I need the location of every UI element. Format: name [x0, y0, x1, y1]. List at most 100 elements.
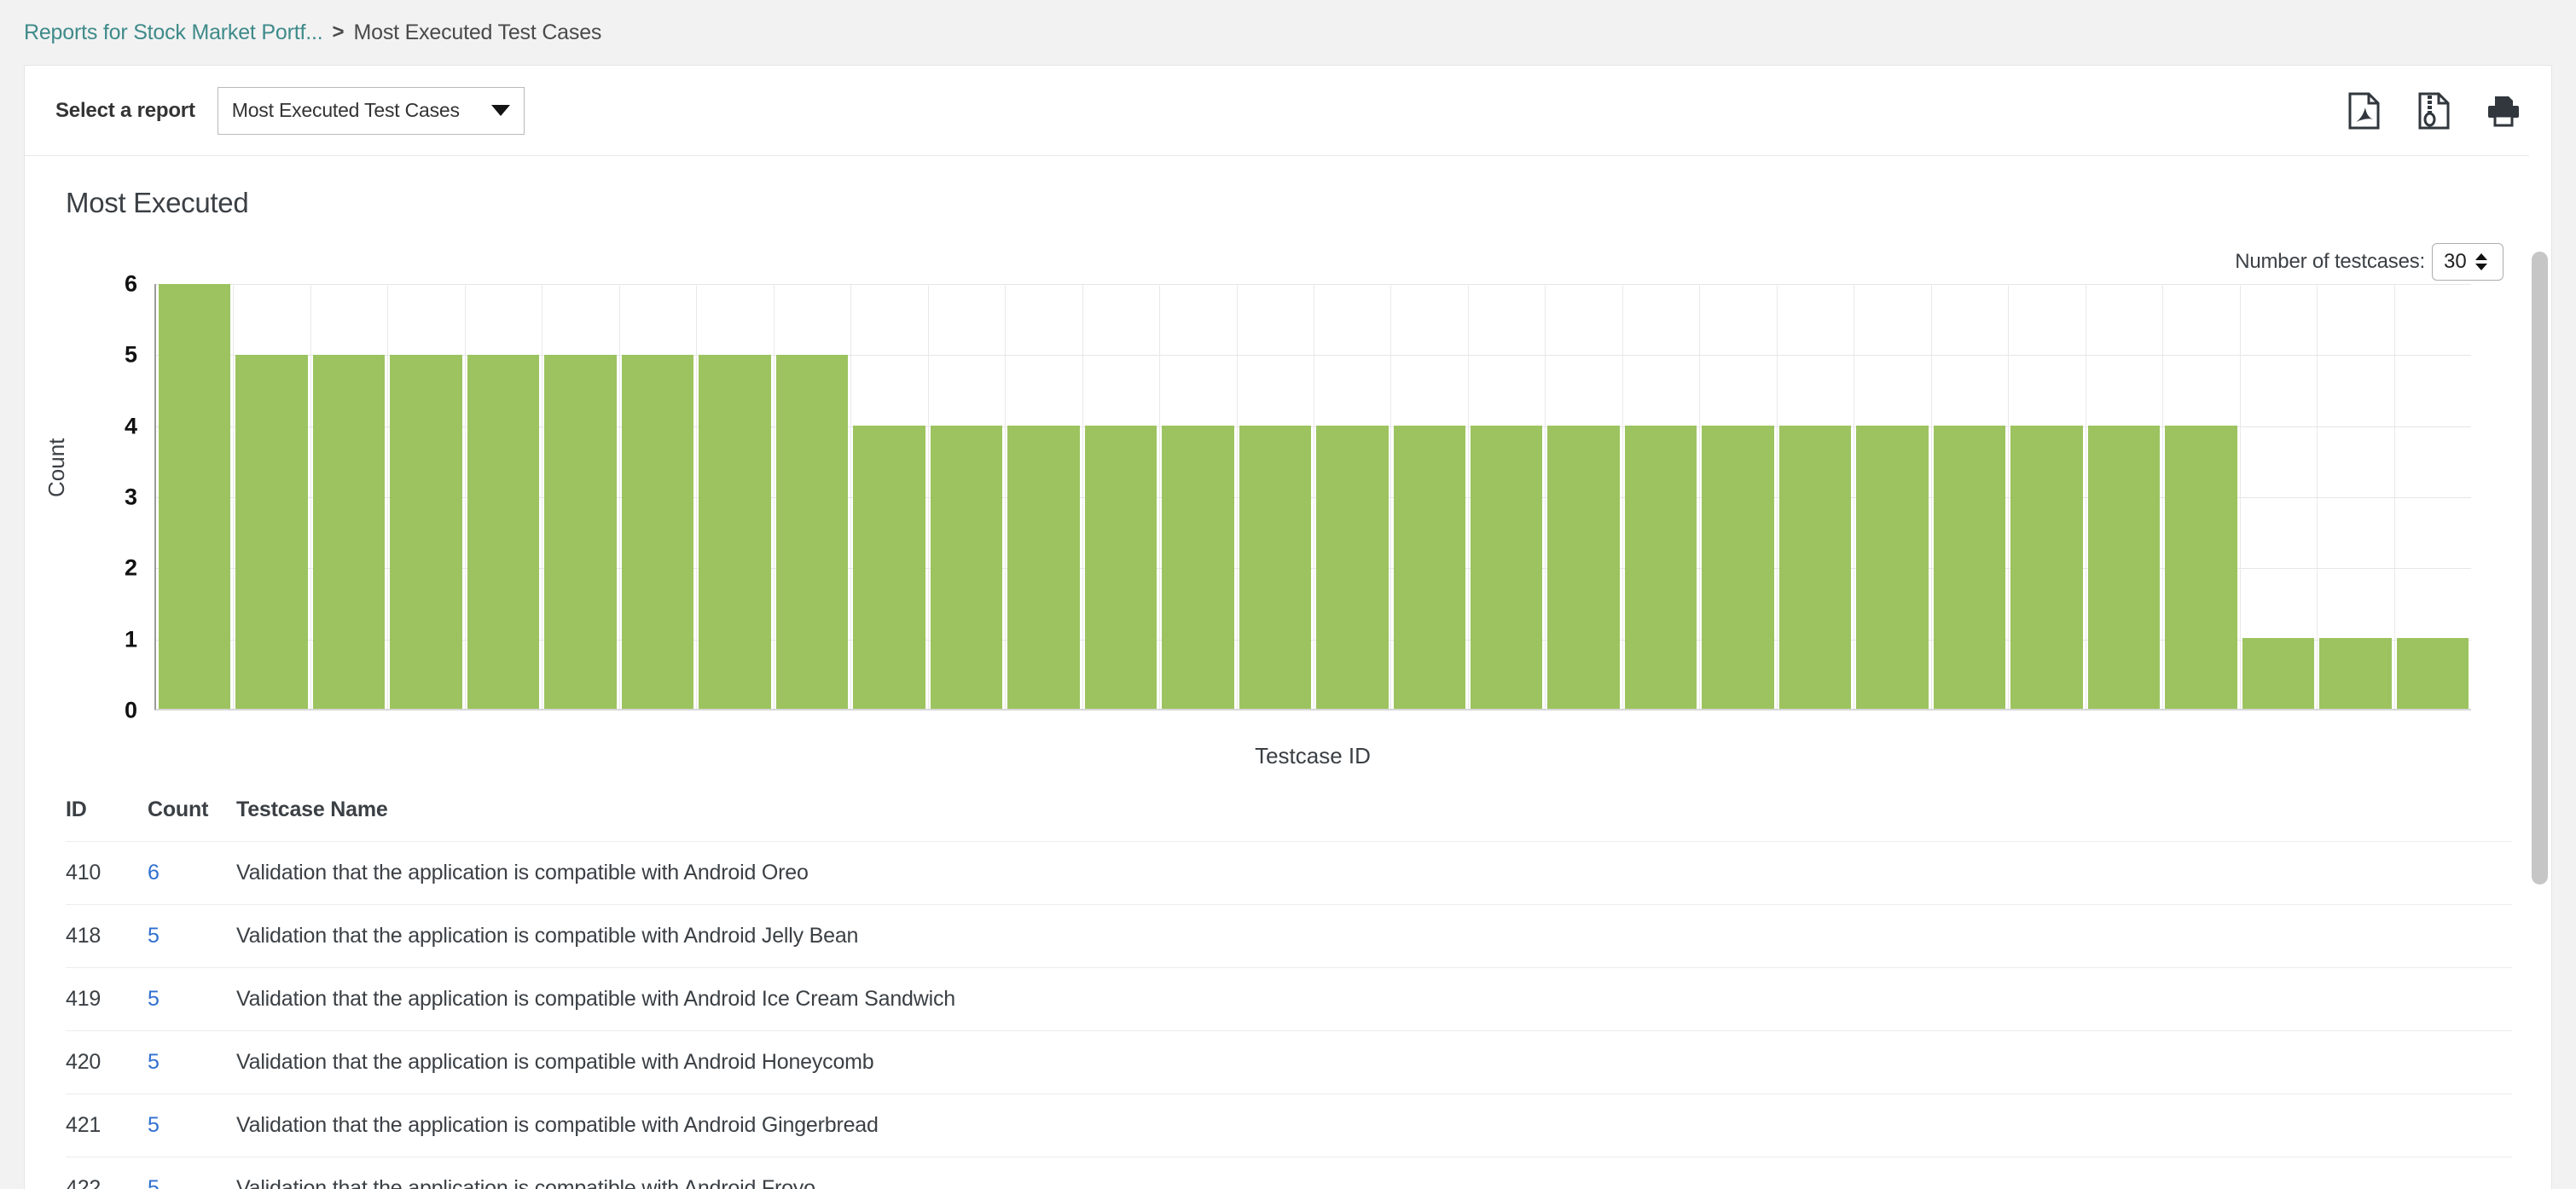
- num-testcases-stepper[interactable]: 30: [2432, 243, 2503, 281]
- bar[interactable]: [1625, 426, 1697, 709]
- caret-up-icon[interactable]: [2475, 253, 2487, 260]
- count-link[interactable]: 5: [148, 1113, 160, 1137]
- bar[interactable]: [2010, 426, 2082, 709]
- count-link[interactable]: 5: [148, 987, 160, 1011]
- table-row: 4205 Validation that the application is c…: [66, 1031, 2512, 1094]
- cell-testcase-name: Validation that the application is compa…: [236, 1094, 2512, 1157]
- cell-id: 421: [66, 1094, 148, 1157]
- cell-id: 419: [66, 968, 148, 1031]
- cell-testcase-name: Validation that the application is compa…: [236, 968, 2512, 1031]
- y-axis-ticks: 0123456: [100, 284, 137, 710]
- cell-testcase-name: Validation that the application is compa…: [236, 905, 2512, 968]
- table-row: 4195 Validation that the application is c…: [66, 968, 2512, 1031]
- bar[interactable]: [622, 355, 693, 709]
- column-header-count: Count: [148, 798, 236, 842]
- bar[interactable]: [853, 426, 925, 709]
- table-body: 4106 Validation that the application is c…: [66, 842, 2512, 1189]
- cell-count: 5: [148, 905, 236, 968]
- vertical-scrollbar-track[interactable]: [2529, 66, 2551, 1189]
- pdf-file-icon: [2347, 92, 2380, 130]
- bar[interactable]: [1394, 426, 1465, 709]
- bar[interactable]: [1856, 426, 1928, 709]
- stepper-arrows[interactable]: [2475, 253, 2487, 270]
- y-tick-1: 1: [100, 626, 137, 652]
- report-select-value: Most Executed Test Cases: [232, 99, 491, 122]
- bar[interactable]: [1934, 426, 2005, 709]
- y-tick-4: 4: [100, 413, 137, 439]
- report-select-dropdown[interactable]: Most Executed Test Cases: [218, 87, 525, 135]
- num-testcases-value: 30: [2444, 250, 2467, 274]
- column-header-id: ID: [66, 798, 148, 842]
- table-row: 4106 Validation that the application is c…: [66, 842, 2512, 905]
- column-header-name: Testcase Name: [236, 798, 2512, 842]
- bar[interactable]: [159, 284, 230, 709]
- y-tick-0: 0: [100, 698, 137, 724]
- count-link[interactable]: 6: [148, 861, 160, 884]
- cell-count: 5: [148, 1031, 236, 1094]
- bar[interactable]: [2397, 638, 2469, 709]
- bar[interactable]: [1702, 426, 1773, 709]
- cell-id: 418: [66, 905, 148, 968]
- printer-icon: [2486, 94, 2521, 128]
- plot-area: [154, 284, 2471, 710]
- cell-count: 5: [148, 968, 236, 1031]
- bar[interactable]: [390, 355, 461, 709]
- print-button[interactable]: [2476, 84, 2531, 138]
- num-testcases-row: Number of testcases: 30: [25, 243, 2551, 281]
- count-link[interactable]: 5: [148, 1176, 160, 1189]
- bar[interactable]: [1162, 426, 1233, 709]
- table-row: 4225Validation that the application is c…: [66, 1157, 2512, 1189]
- select-report-label: Select a report: [55, 99, 195, 123]
- cell-id: 420: [66, 1031, 148, 1094]
- most-executed-table: ID Count Testcase Name 4106 Validation th…: [66, 798, 2512, 1189]
- bar[interactable]: [1316, 426, 1388, 709]
- bar[interactable]: [2165, 426, 2237, 709]
- y-axis-label: Count: [44, 438, 70, 497]
- report-card: Select a report Most Executed Test Cases: [24, 65, 2552, 1189]
- bar[interactable]: [1471, 426, 1542, 709]
- cell-count: 5: [148, 1094, 236, 1157]
- bar[interactable]: [1007, 426, 1079, 709]
- count-link[interactable]: 5: [148, 924, 160, 948]
- export-file-button[interactable]: [2406, 84, 2461, 138]
- breadcrumb-current: Most Executed Test Cases: [353, 20, 601, 45]
- bar[interactable]: [1547, 426, 1619, 709]
- table-row: 4185 Validation that the application is c…: [66, 905, 2512, 968]
- y-tick-3: 3: [100, 484, 137, 511]
- cell-testcase-name: Validation that the application is compa…: [236, 842, 2512, 905]
- bar[interactable]: [2319, 638, 2391, 709]
- cell-testcase-name: Validation that the application is compa…: [236, 1031, 2512, 1094]
- y-tick-2: 2: [100, 555, 137, 582]
- bar-chart: Count 0123456 Testcase ID: [25, 284, 2551, 779]
- bar[interactable]: [1779, 426, 1851, 709]
- breadcrumb-separator: >: [332, 20, 344, 44]
- bar[interactable]: [1239, 426, 1311, 709]
- y-tick-6: 6: [100, 271, 137, 298]
- bar[interactable]: [2242, 638, 2314, 709]
- cell-count: 5: [148, 1157, 236, 1189]
- breadcrumb: Reports for Stock Market Portf... > Most…: [0, 0, 2576, 65]
- chevron-down-icon: [491, 105, 510, 116]
- bar[interactable]: [544, 355, 616, 709]
- export-pdf-button[interactable]: [2336, 84, 2391, 138]
- bar[interactable]: [699, 355, 770, 709]
- x-axis-label: Testcase ID: [154, 743, 2471, 769]
- table-header-row: ID Count Testcase Name: [66, 798, 2512, 842]
- table-row: 4215 Validation that the application is c…: [66, 1094, 2512, 1157]
- bar[interactable]: [467, 355, 539, 709]
- bar[interactable]: [235, 355, 307, 709]
- caret-down-icon[interactable]: [2475, 264, 2487, 270]
- num-testcases-label: Number of testcases:: [2235, 250, 2425, 274]
- bar[interactable]: [313, 355, 385, 709]
- cell-id: 410: [66, 842, 148, 905]
- breadcrumb-parent-link[interactable]: Reports for Stock Market Portf...: [24, 20, 322, 45]
- bar[interactable]: [1085, 426, 1157, 709]
- cell-id: 422: [66, 1157, 148, 1189]
- bar[interactable]: [776, 355, 848, 709]
- bar[interactable]: [931, 426, 1002, 709]
- vertical-scrollbar-thumb[interactable]: [2532, 252, 2548, 884]
- count-link[interactable]: 5: [148, 1050, 160, 1074]
- chart-title: Most Executed: [25, 156, 2551, 219]
- report-toolbar: Select a report Most Executed Test Cases: [25, 66, 2551, 156]
- bar[interactable]: [2088, 426, 2160, 709]
